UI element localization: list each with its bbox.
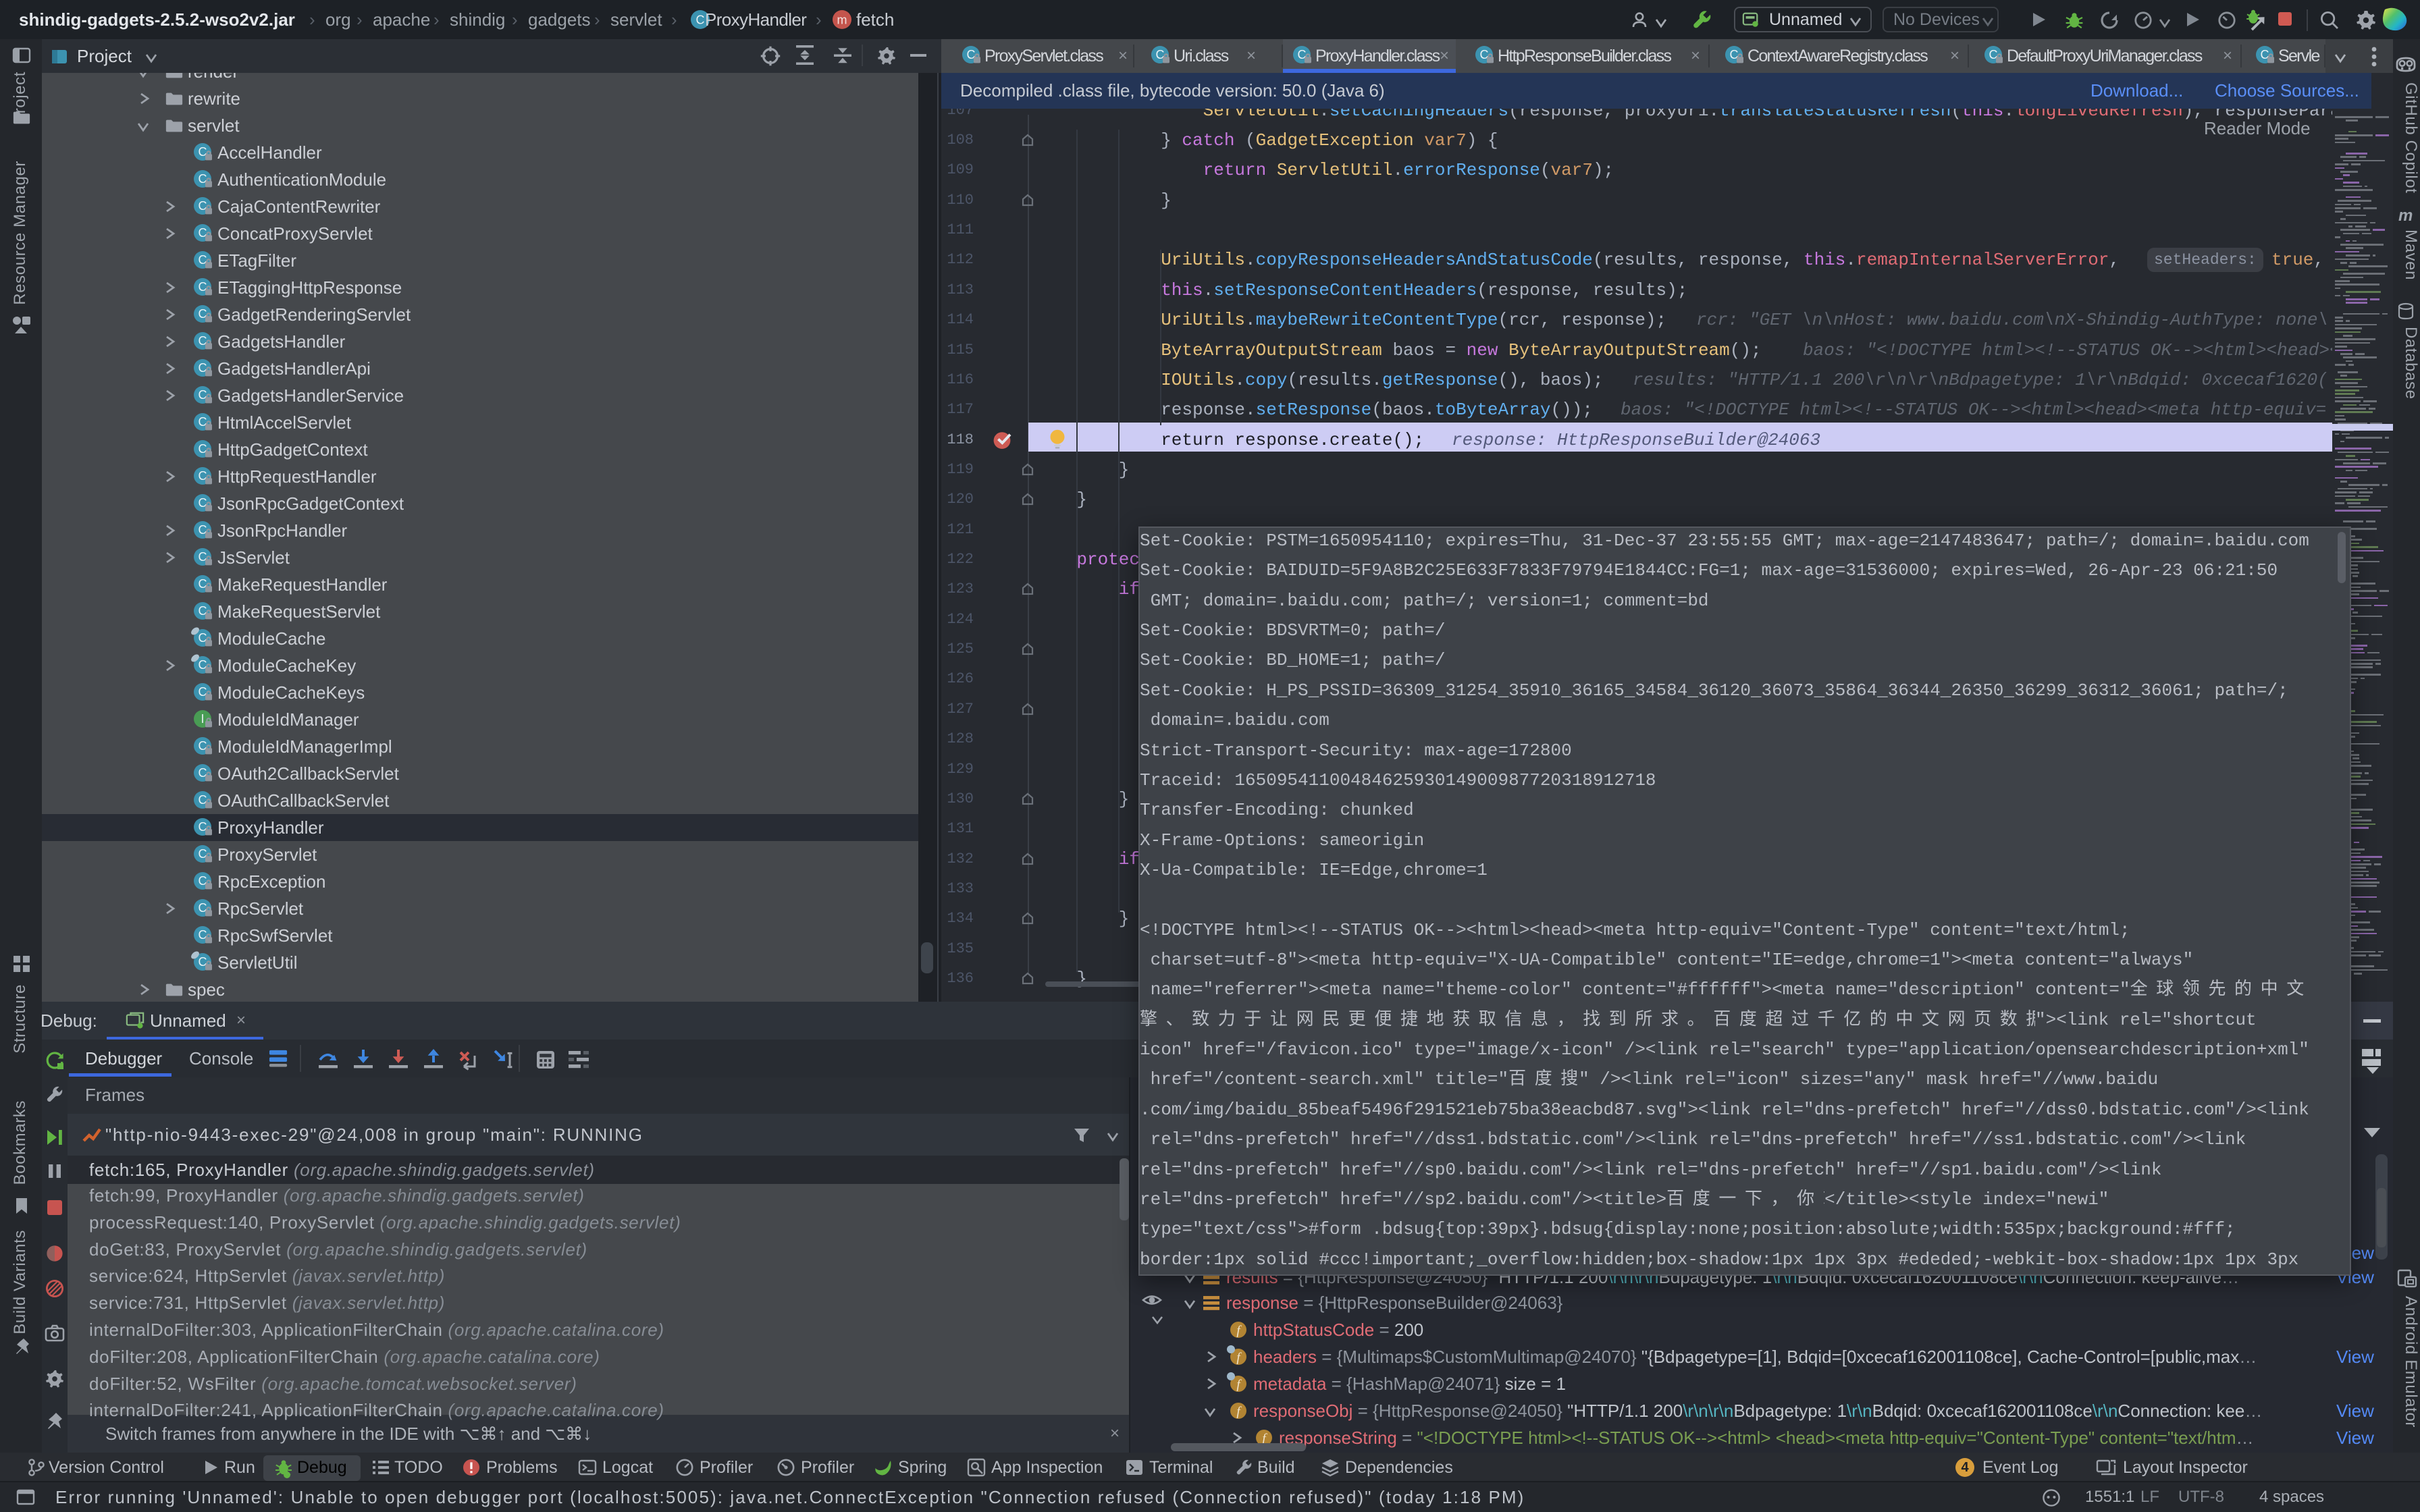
svg-text:I: I [201, 712, 204, 726]
svg-text:C: C [696, 13, 705, 26]
svg-text:m: m [837, 13, 847, 26]
